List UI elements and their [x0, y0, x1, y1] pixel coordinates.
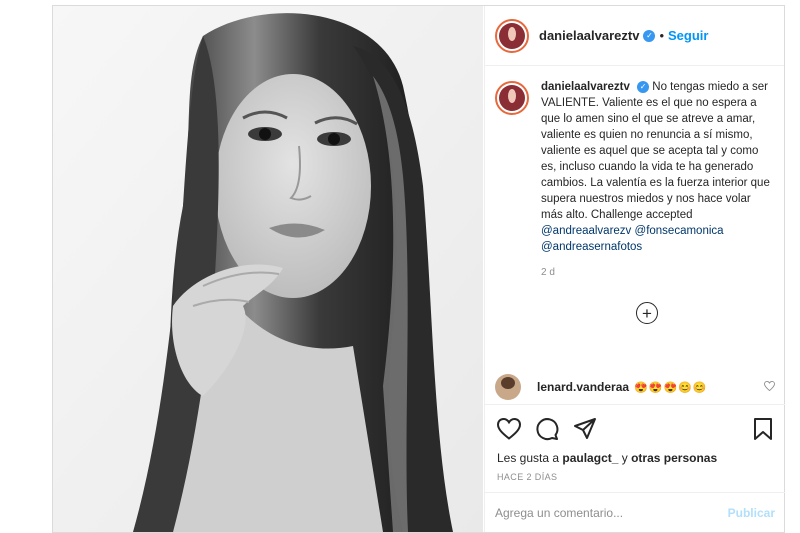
commenter-avatar[interactable]: [495, 374, 521, 400]
likes-middle: y: [621, 451, 628, 465]
caption-avatar[interactable]: [495, 81, 529, 115]
commenter-username[interactable]: lenard.vanderaa: [537, 380, 629, 394]
heart-icon[interactable]: [497, 418, 521, 440]
post-actions: Les gusta a paulagct_ y otras personas H…: [485, 404, 785, 504]
small-heart-icon[interactable]: [764, 380, 775, 394]
challenge-text: Challenge accepted: [590, 209, 693, 221]
post-timestamp: HACE 2 DÍAS: [497, 472, 558, 482]
comments-section: danielaalvareztv ✓ No tengas miedo a ser…: [485, 67, 785, 374]
separator-dot: •: [659, 28, 665, 43]
caption-verified-icon: ✓: [637, 80, 650, 93]
likes-others[interactable]: otras personas: [631, 451, 717, 465]
caption-text-block: danielaalvareztv ✓ No tengas miedo a ser…: [541, 79, 771, 255]
caption-body: No tengas miedo a ser VALIENTE. Valiente…: [541, 81, 770, 221]
verified-badge-icon: ✓: [643, 29, 656, 42]
author-avatar[interactable]: [495, 18, 529, 53]
post-header: danielaalvareztv ✓ • Seguir: [485, 6, 784, 66]
likes-prefix: Les gusta a: [497, 451, 560, 465]
caption-author[interactable]: danielaalvareztv: [541, 81, 630, 93]
share-icon[interactable]: [573, 417, 597, 441]
comment-text: 😍😍😍😊😊: [634, 381, 708, 394]
add-comment-bar: Publicar: [485, 492, 785, 532]
caption-age: 2 d: [541, 267, 555, 278]
comment-row: lenard.vanderaa 😍😍😍😊😊: [495, 374, 775, 400]
post-sidebar: danielaalvareztv ✓ • Seguir danielaalvar…: [484, 6, 785, 532]
mention-link[interactable]: @andreaalvarezv: [541, 225, 631, 237]
likes-line: Les gusta a paulagct_ y otras personas: [497, 451, 773, 465]
caption: danielaalvareztv ✓ No tengas miedo a ser…: [495, 79, 775, 255]
instagram-post: danielaalvareztv ✓ • Seguir danielaalvar…: [52, 5, 785, 533]
author-username[interactable]: danielaalvareztv: [539, 28, 639, 43]
mention-link[interactable]: @fonsecamonica: [635, 225, 724, 237]
publish-button[interactable]: Publicar: [728, 506, 775, 520]
action-icons: [497, 415, 773, 443]
likes-user[interactable]: paulagct_: [562, 451, 618, 465]
post-photo[interactable]: [53, 6, 483, 532]
bookmark-icon[interactable]: [753, 417, 773, 441]
plus-circle-icon[interactable]: +: [636, 302, 658, 324]
mention-link[interactable]: @andreasernafotos: [541, 241, 642, 253]
follow-button[interactable]: Seguir: [668, 28, 708, 43]
comment-icon[interactable]: [535, 417, 559, 441]
comment-input[interactable]: [495, 505, 720, 520]
